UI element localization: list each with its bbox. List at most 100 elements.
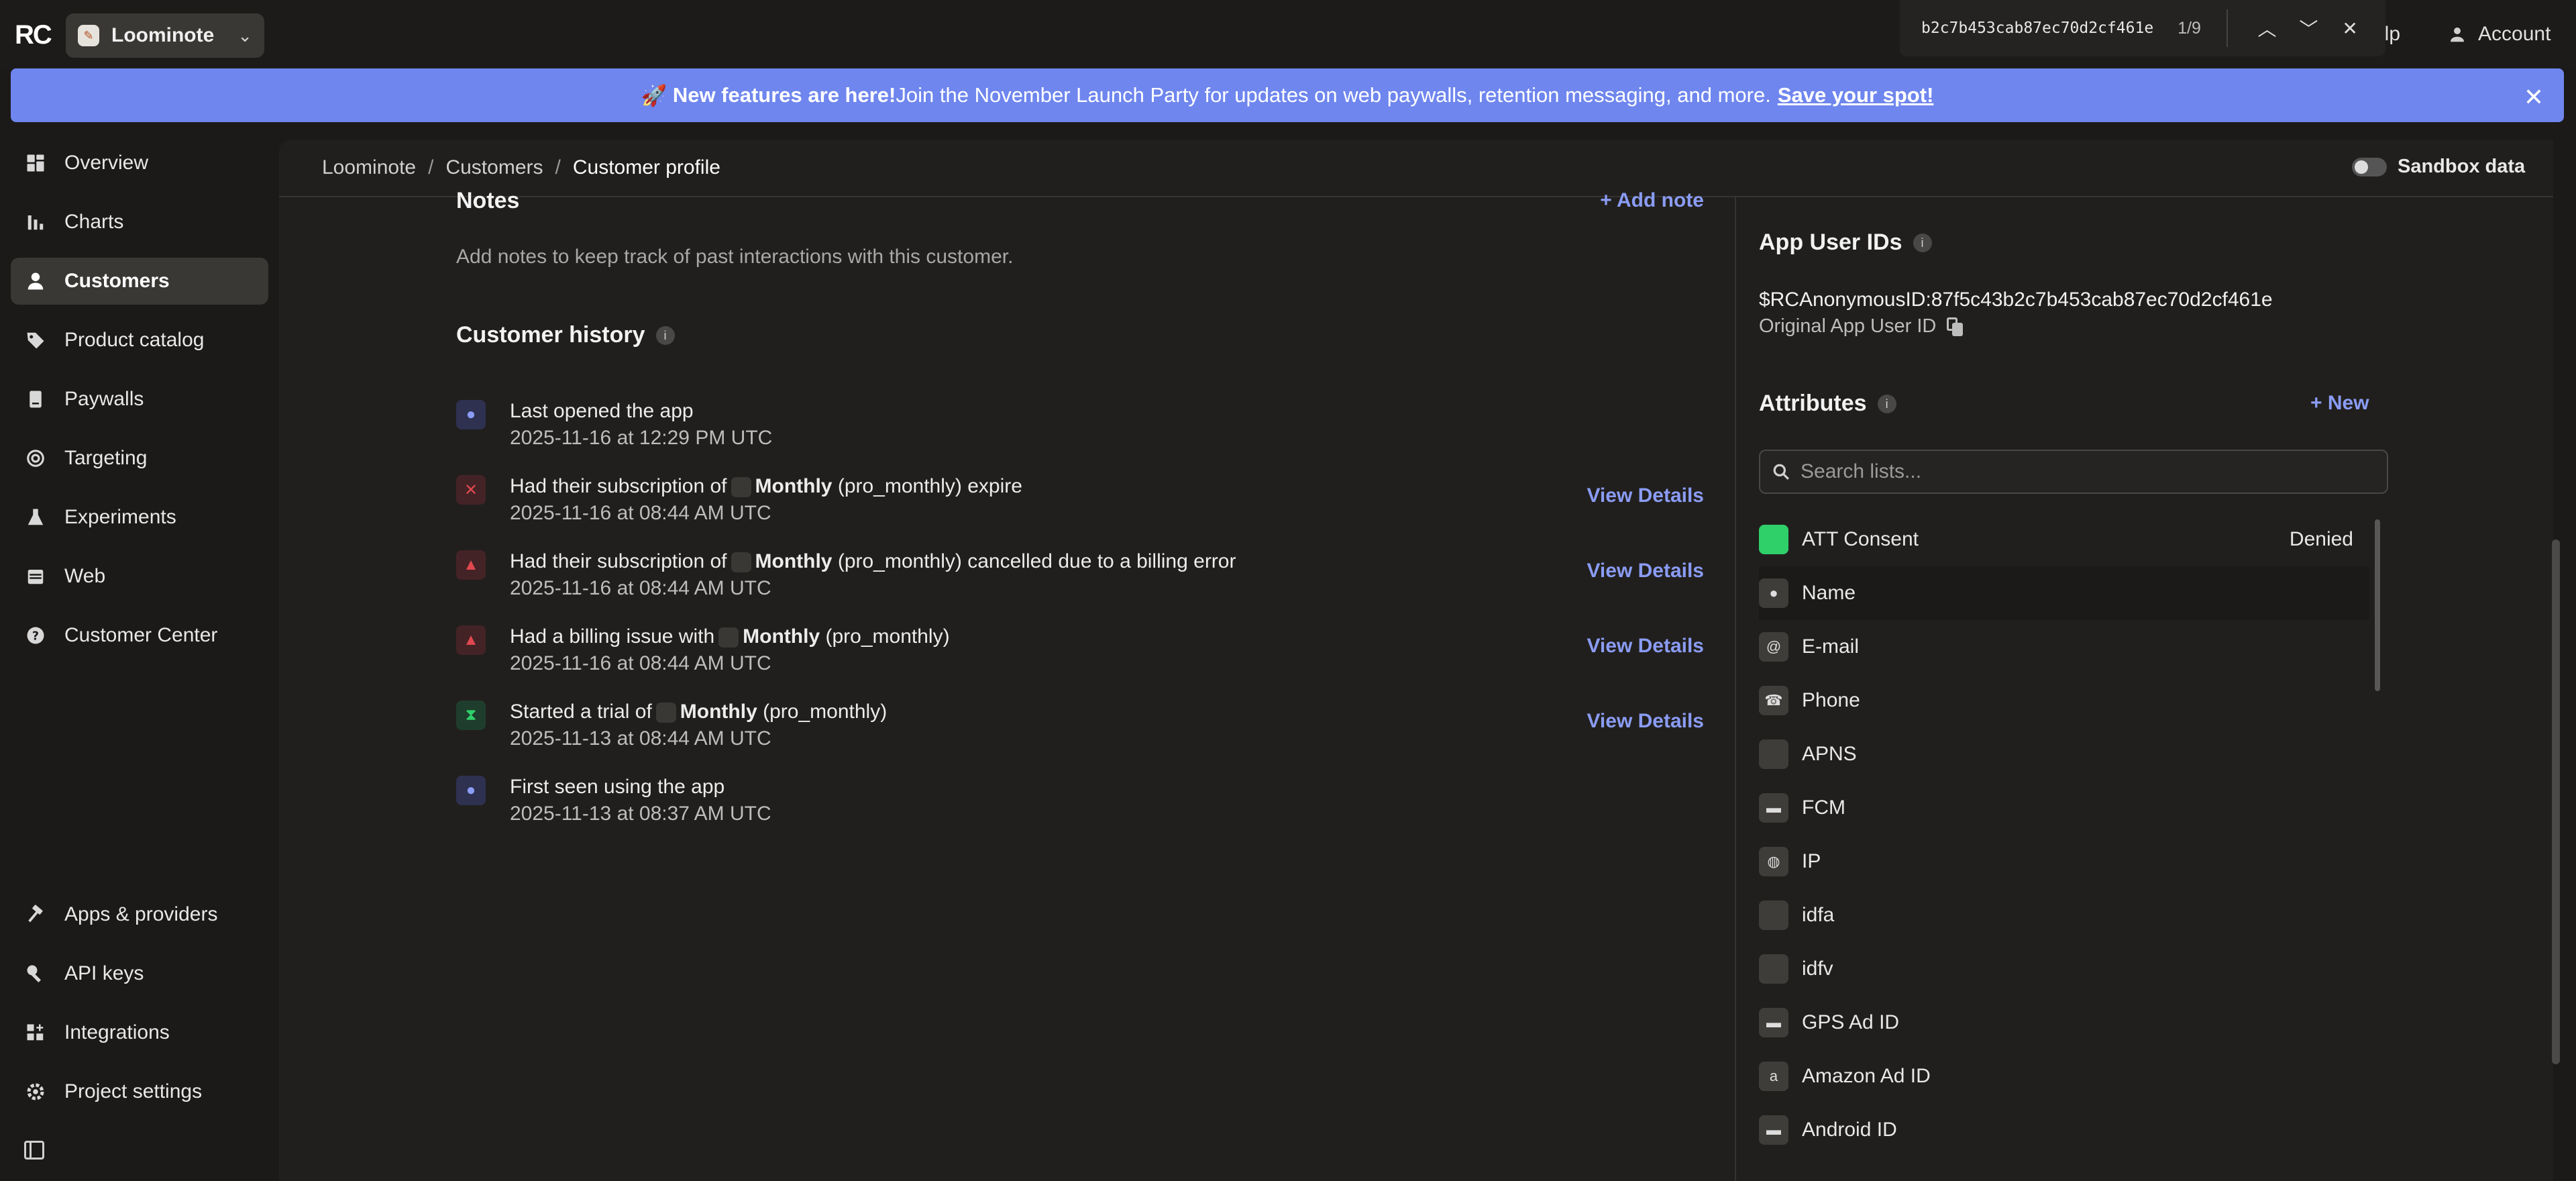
- view-details-link[interactable]: View Details: [1587, 484, 1704, 507]
- event-text: Last opened the app: [510, 400, 694, 422]
- sidebar-item-label: Apps & providers: [64, 903, 218, 925]
- sidebar-item-product-catalog[interactable]: Product catalog: [11, 317, 268, 364]
- attribute-row-apns[interactable]: APNS: [1759, 727, 2369, 781]
- event-text: Started a trial of Monthly (pro_monthly): [510, 701, 887, 723]
- event-date: 2025-11-13 at 08:44 AM UTC: [510, 727, 771, 750]
- breadcrumb-project[interactable]: Loominote: [322, 156, 416, 179]
- sidebar-item-project-settings[interactable]: Project settings: [11, 1068, 268, 1115]
- toggle-switch[interactable]: [2352, 157, 2387, 176]
- add-note-button[interactable]: + Add note: [1600, 189, 1704, 212]
- sidebar-item-customer-center[interactable]: ? Customer Center: [11, 612, 268, 659]
- find-next-button[interactable]: ﹀: [2294, 11, 2322, 45]
- event-prefix: Had their subscription of: [510, 475, 727, 497]
- sidebar-collapse-icon[interactable]: [24, 1141, 44, 1160]
- info-icon[interactable]: i: [655, 325, 675, 345]
- sidebar-item-apps-providers[interactable]: Apps & providers: [11, 891, 268, 938]
- target-icon: [24, 447, 47, 470]
- info-icon[interactable]: i: [1913, 233, 1932, 252]
- attribute-row-name[interactable]: ● Name: [1759, 566, 2369, 620]
- attribute-row-fcm[interactable]: ▬ FCM: [1759, 781, 2369, 835]
- attribute-row-idfa[interactable]: idfa: [1759, 888, 2369, 942]
- attributes-scrollbar[interactable]: [2375, 519, 2380, 691]
- plus-icon: +: [2310, 392, 2322, 414]
- info-icon[interactable]: i: [1877, 394, 1896, 413]
- account-menu[interactable]: Account: [2447, 23, 2551, 46]
- attribute-row-amazon-ad-id[interactable]: a Amazon Ad ID: [1759, 1049, 2369, 1103]
- sidebar-item-charts[interactable]: Charts: [11, 199, 268, 246]
- apple-icon: [731, 552, 751, 573]
- sidebar-item-customers[interactable]: Customers: [11, 258, 268, 305]
- search-icon: [1773, 464, 1789, 480]
- attribute-name: idfv: [1802, 958, 1833, 980]
- hammer-icon: [24, 903, 47, 926]
- help-circle-icon: ?: [24, 624, 47, 647]
- sidebar-item-label: Targeting: [64, 447, 148, 469]
- sidebar-item-experiments[interactable]: Experiments: [11, 494, 268, 541]
- breadcrumb-customers[interactable]: Customers: [445, 156, 543, 179]
- page-scrollbar[interactable]: [2552, 540, 2560, 1064]
- history-title: Customer history: [456, 322, 645, 348]
- attribute-row-android-id[interactable]: ▬ Android ID: [1759, 1103, 2369, 1157]
- project-switcher[interactable]: ✎ Loominote ⌄: [66, 13, 264, 58]
- chevron-down-icon: ⌄: [237, 25, 252, 46]
- history-event: ⧗ Started a trial of Monthly (pro_monthly…: [456, 701, 1704, 765]
- banner-link[interactable]: Save your spot!: [1778, 83, 1934, 107]
- event-suffix: (pro_monthly) cancelled due to a billing…: [837, 550, 1236, 572]
- event-text: Had their subscription of Monthly (pro_mo…: [510, 475, 1022, 498]
- amazon-icon: a: [1759, 1062, 1788, 1091]
- attribute-row-ip[interactable]: ◍ IP: [1759, 835, 2369, 888]
- bar-chart-icon: [24, 211, 47, 234]
- flask-icon: [24, 506, 47, 529]
- view-details-link[interactable]: View Details: [1587, 560, 1704, 582]
- announcement-banner: 🚀 New features are here! Join the Novemb…: [11, 68, 2564, 122]
- sidebar-item-integrations[interactable]: Integrations: [11, 1009, 268, 1056]
- history-event: ● Last opened the app 2025-11-16 at 12:2…: [456, 400, 1704, 464]
- view-details-link[interactable]: View Details: [1587, 710, 1704, 733]
- event-product: Monthly: [743, 625, 820, 648]
- user-icon: ●: [456, 776, 486, 805]
- attribute-row-att-consent[interactable]: ATT Consent Denied: [1759, 513, 2369, 566]
- attribute-row-email[interactable]: @ E-mail: [1759, 620, 2369, 674]
- gear-icon: [24, 1080, 47, 1103]
- new-attribute-button[interactable]: + New: [2310, 392, 2369, 415]
- app-user-ids-header: App User IDs i: [1759, 229, 1932, 256]
- event-text: Had their subscription of Monthly (pro_mo…: [510, 550, 1236, 573]
- banner-close-button[interactable]: ✕: [2524, 83, 2544, 111]
- add-note-label: Add note: [1617, 189, 1704, 211]
- sidebar-item-web[interactable]: Web: [11, 553, 268, 600]
- column-divider: [1735, 197, 1736, 1181]
- attributes-title: Attributes: [1759, 391, 1867, 416]
- project-name: Loominote: [111, 24, 215, 46]
- attribute-name: Android ID: [1802, 1119, 1897, 1141]
- attribute-row-idfv[interactable]: idfv: [1759, 942, 2369, 996]
- attribute-row-phone[interactable]: ☎ Phone: [1759, 674, 2369, 727]
- copy-icon[interactable]: [1947, 317, 1964, 336]
- view-details-link[interactable]: View Details: [1587, 635, 1704, 658]
- event-date: 2025-11-13 at 08:37 AM UTC: [510, 803, 771, 825]
- sidebar-item-label: Charts: [64, 211, 124, 233]
- sandbox-toggle[interactable]: Sandbox data: [2352, 156, 2525, 178]
- attribute-row-gps-ad-id[interactable]: ▬ GPS Ad ID: [1759, 996, 2369, 1049]
- apple-icon: [655, 703, 676, 723]
- apple-icon: [731, 477, 751, 498]
- attribute-name: GPS Ad ID: [1802, 1011, 1900, 1033]
- sidebar-item-label: Project settings: [64, 1080, 203, 1102]
- sidebar-item-label: Web: [64, 565, 106, 587]
- sidebar-item-api-keys[interactable]: API keys: [11, 950, 268, 997]
- attribute-name: Name: [1802, 582, 1856, 604]
- find-previous-button[interactable]: ︿: [2253, 11, 2282, 45]
- new-attribute-label: New: [2327, 392, 2369, 414]
- sidebar-item-paywalls[interactable]: Paywalls: [11, 376, 268, 423]
- project-avatar: ✎: [78, 25, 99, 46]
- event-text: Had a billing issue with Monthly (pro_mon…: [510, 625, 950, 648]
- attribute-search[interactable]: [1759, 450, 2388, 494]
- find-divider: [2226, 9, 2228, 47]
- app-user-id-value[interactable]: $RCAnonymousID:87f5c43b2c7b453cab87ec70d…: [1759, 289, 2273, 311]
- sidebar-item-overview[interactable]: Overview: [11, 140, 268, 187]
- find-query[interactable]: b2c7b453cab87ec70d2cf461e: [1921, 19, 2153, 37]
- find-close-button[interactable]: ✕: [2336, 11, 2364, 45]
- search-input[interactable]: [1801, 460, 2351, 483]
- book-icon: [24, 388, 47, 411]
- revenuecat-logo[interactable]: RC: [15, 20, 52, 50]
- sidebar-item-targeting[interactable]: Targeting: [11, 435, 268, 482]
